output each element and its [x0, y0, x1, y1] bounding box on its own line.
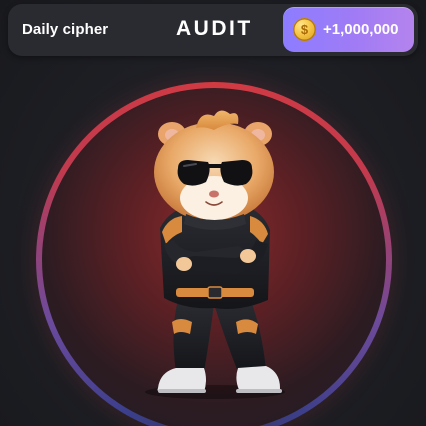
right-leg: [214, 298, 266, 372]
sunglasses-bridge: [206, 164, 224, 168]
hamster-mascot-icon[interactable]: [0, 0, 426, 426]
right-shoe: [236, 366, 280, 392]
belt-buckle: [207, 286, 223, 299]
left-hand: [240, 249, 256, 263]
left-knee-pad: [172, 319, 192, 334]
left-shoe-sole: [158, 389, 206, 393]
nose: [209, 190, 219, 198]
right-shoe-sole: [236, 389, 282, 393]
left-shoe: [157, 368, 206, 392]
sunglasses-right-lens: [220, 160, 253, 186]
app-screen: Daily cipher AUDIT $ +1,000,000: [0, 0, 426, 426]
right-hand: [176, 257, 192, 271]
left-leg: [173, 300, 214, 372]
